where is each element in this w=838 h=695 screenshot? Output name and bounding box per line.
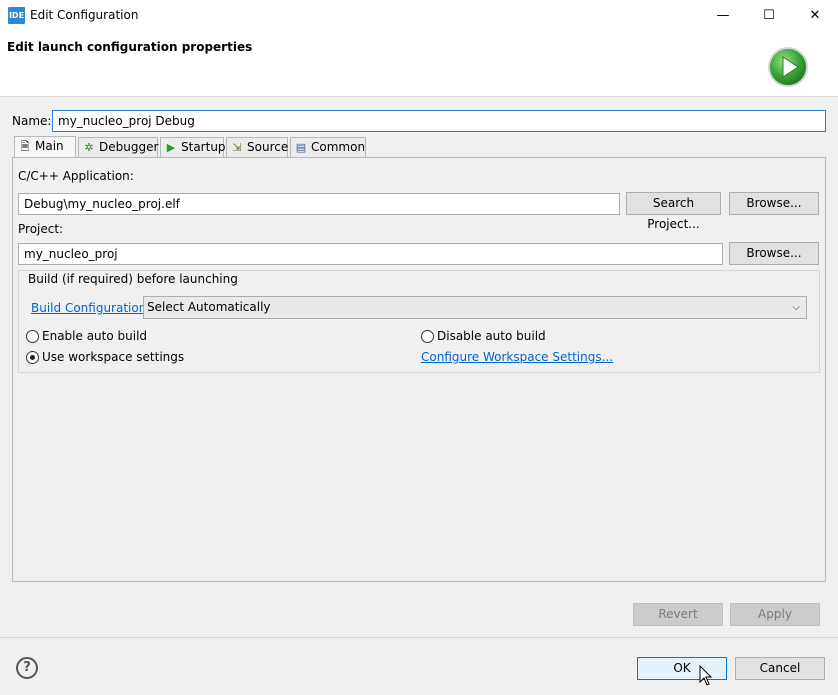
use-workspace-settings-radio[interactable] [26,351,39,364]
tab-debugger[interactable]: ✲ Debugger [78,137,158,157]
footer-divider [0,637,838,638]
name-input[interactable]: my_nucleo_proj Debug [52,110,826,132]
build-group-title: Build (if required) before launching [26,272,240,286]
build-configuration-value: Select Automatically [147,300,271,314]
revert-button[interactable]: Revert [633,603,723,626]
table-icon: ▤ [295,141,307,154]
browse-application-button[interactable]: Browse... [729,192,819,215]
source-icon: ⇲ [232,141,242,154]
minimize-button[interactable]: — [700,0,746,31]
disable-auto-build-radio[interactable] [421,330,434,343]
build-configuration-select[interactable]: Select Automatically ⌵ [143,296,807,319]
tab-source[interactable]: ⇲ Source [226,137,288,157]
chevron-down-icon: ⌵ [792,302,800,313]
browse-project-button[interactable]: Browse... [729,242,819,265]
tab-common[interactable]: ▤ Common [290,137,366,157]
run-play-icon [768,47,808,87]
enable-auto-build-label: Enable auto build [42,329,148,343]
cancel-button[interactable]: Cancel [735,657,825,680]
build-configuration-link[interactable]: Build Configuration: [31,301,150,315]
search-project-button[interactable]: Search Project... [626,192,721,231]
mouse-cursor-icon [699,665,713,686]
help-icon[interactable]: ? [16,657,38,679]
configure-workspace-settings-link[interactable]: Configure Workspace Settings... [421,350,613,364]
project-input[interactable]: my_nucleo_proj [18,243,723,265]
use-workspace-settings-label: Use workspace settings [42,350,185,364]
dialog-header-title: Edit launch configuration properties [7,40,253,54]
project-label: Project: [18,222,64,236]
window-title: Edit Configuration [30,8,139,22]
app-label: C/C++ Application: [18,169,134,183]
app-icon: IDE [8,7,25,24]
ok-button[interactable]: OK [637,657,727,680]
maximize-button[interactable]: ☐ [746,0,792,31]
disable-auto-build-label: Disable auto build [437,329,546,343]
apply-button[interactable]: Apply [730,603,820,626]
bug-icon: ✲ [84,141,94,154]
tab-main[interactable]: 🗎 Main [14,136,76,157]
tab-startup[interactable]: ▶ Startup [160,137,226,157]
close-button[interactable]: ✕ [792,0,838,31]
application-input[interactable]: Debug\my_nucleo_proj.elf [18,193,620,215]
play-icon: ▶ [166,141,176,154]
name-label: Name: [12,114,52,128]
document-icon: 🗎 [20,140,30,153]
enable-auto-build-radio[interactable] [26,330,39,343]
